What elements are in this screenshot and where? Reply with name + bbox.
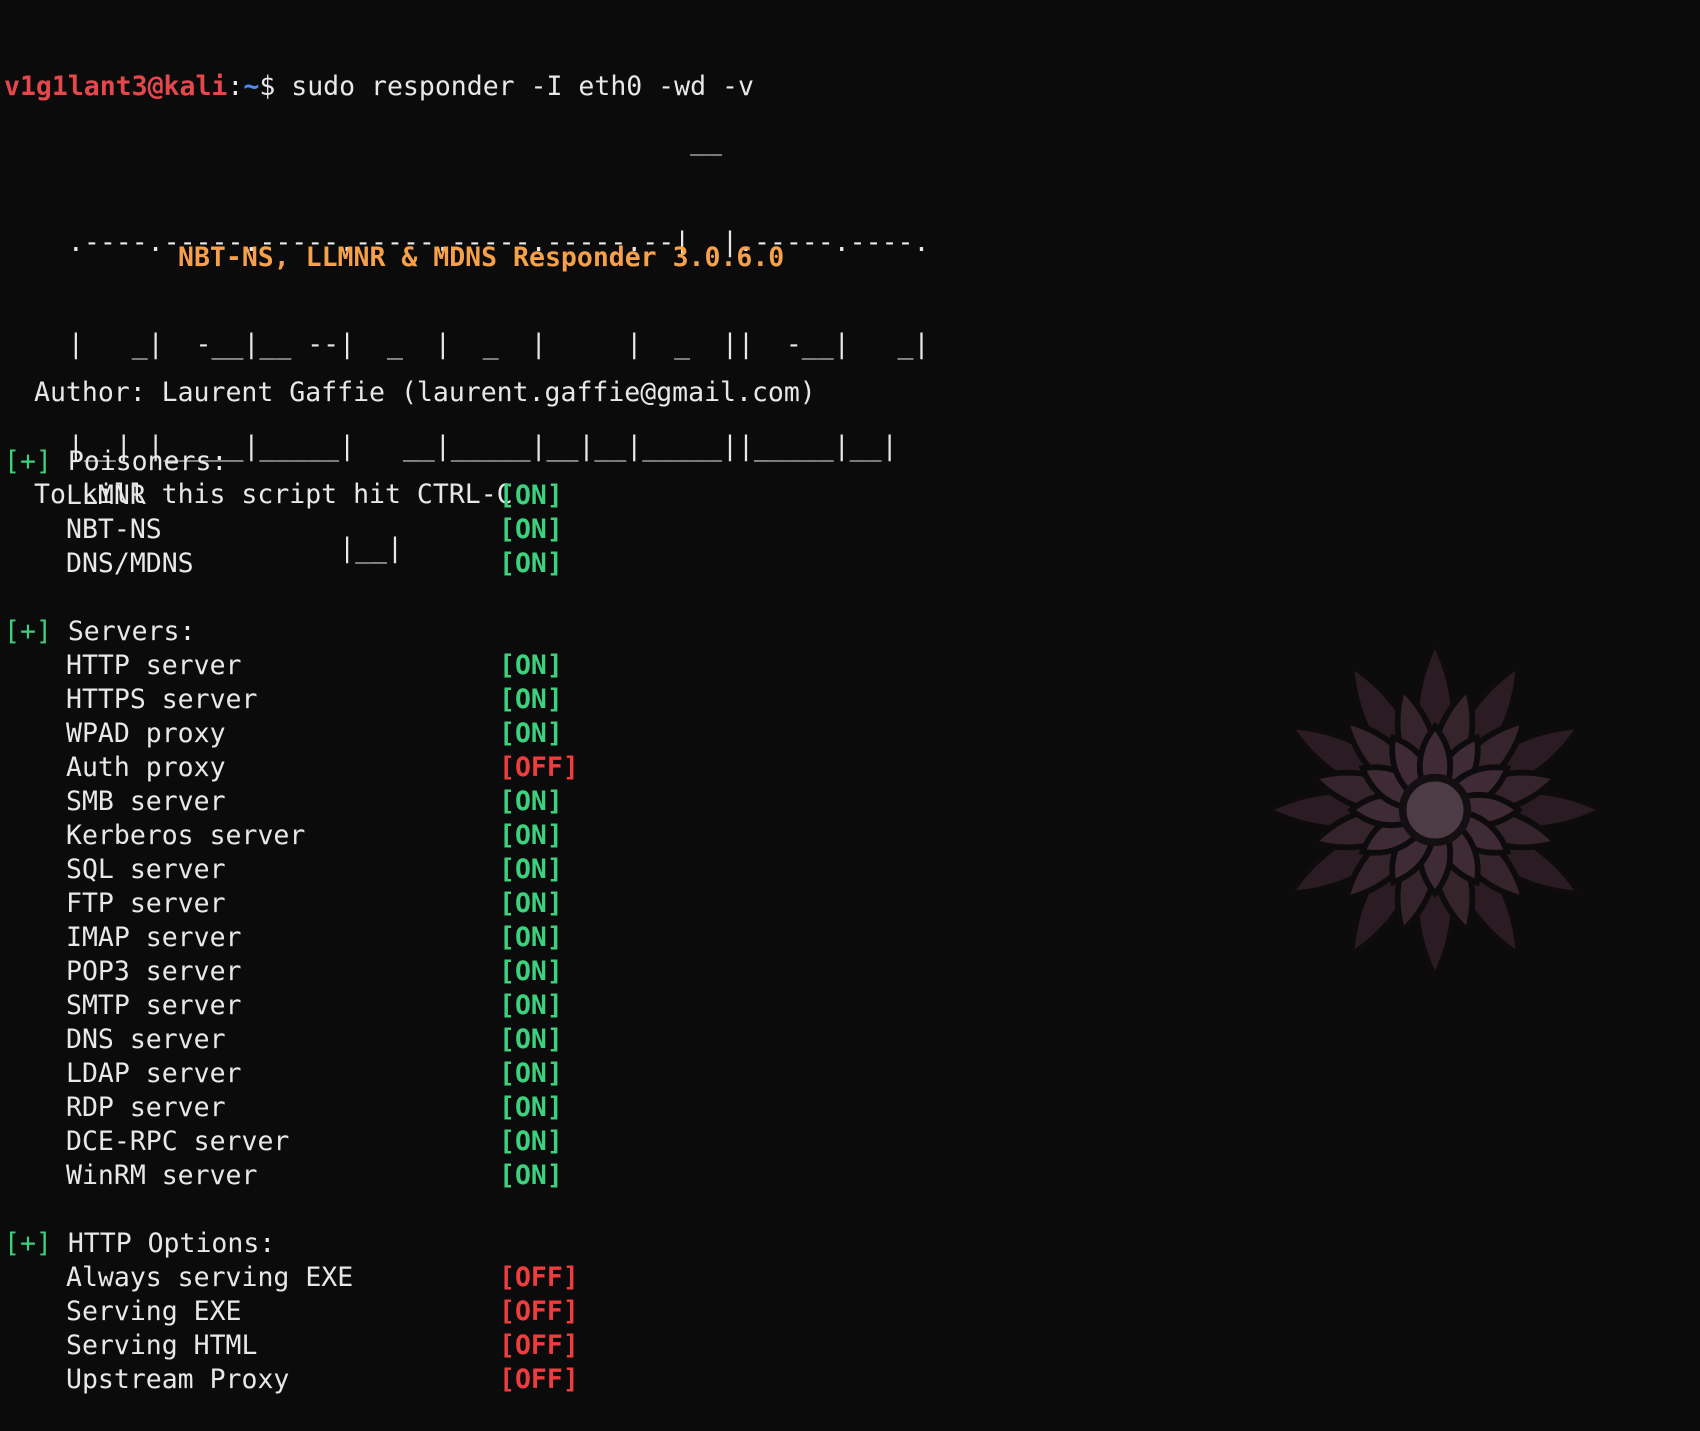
status-badge: [ON]: [499, 1058, 563, 1089]
status-badge: [OFF]: [499, 752, 579, 783]
status-label: SQL server: [66, 854, 226, 885]
status-label: NBT-NS: [66, 514, 162, 545]
status-badge: [OFF]: [499, 1296, 579, 1327]
section-block: [+] Servers: HTTP server [ON] HTTPS server […: [4, 615, 579, 1193]
status-row: WPAD proxy [ON]: [4, 717, 563, 751]
status-badge: [ON]: [499, 684, 563, 715]
status-badge: [ON]: [499, 888, 563, 919]
status-badge: [ON]: [499, 922, 563, 953]
plus-marker: [+]: [4, 616, 52, 647]
status-label: WinRM server: [66, 1160, 258, 1191]
status-row: SQL server [ON]: [4, 853, 563, 887]
status-badge: [ON]: [499, 514, 563, 545]
status-label: IMAP server: [66, 922, 242, 953]
config-sections: [+] Poisoners: LLMNR [ON] NBT-NS [ON] DNS/MDN…: [4, 445, 579, 1431]
status-label: Serving EXE: [66, 1296, 242, 1327]
section-block: [+] Poisoners: LLMNR [ON] NBT-NS [ON] DNS/MDN…: [4, 445, 563, 581]
status-row: DCE-RPC server [ON]: [4, 1125, 563, 1159]
status-label: SMB server: [66, 786, 226, 817]
version-subtitle: NBT-NS, LLMNR & MDNS Responder 3.0.6.0: [178, 242, 785, 273]
status-row: WinRM server [ON]: [4, 1159, 563, 1193]
status-badge: [ON]: [499, 1126, 563, 1157]
status-row: HTTPS server [ON]: [4, 683, 563, 717]
section-header: [+] Servers:: [4, 615, 275, 649]
status-row: Always serving EXE [OFF]: [4, 1261, 579, 1295]
status-label: Kerberos server: [66, 820, 306, 851]
status-label: WPAD proxy: [66, 718, 226, 749]
status-row: LDAP server [ON]: [4, 1057, 563, 1091]
status-badge: [ON]: [499, 480, 563, 511]
status-badge: [ON]: [499, 854, 563, 885]
status-row: NBT-NS [ON]: [4, 513, 563, 547]
status-badge: [OFF]: [499, 1262, 579, 1293]
status-label: HTTPS server: [66, 684, 258, 715]
status-label: RDP server: [66, 1092, 226, 1123]
status-row: Serving HTML [OFF]: [4, 1329, 579, 1363]
status-badge: [ON]: [499, 1160, 563, 1191]
status-label: Auth proxy: [66, 752, 226, 783]
status-label: Upstream Proxy: [66, 1364, 290, 1395]
status-label: FTP server: [66, 888, 226, 919]
status-badge: [OFF]: [499, 1330, 579, 1361]
status-row: DNS/MDNS [ON]: [4, 547, 563, 581]
status-badge: [ON]: [499, 1024, 563, 1055]
status-badge: [ON]: [499, 990, 563, 1021]
status-badge: [ON]: [499, 718, 563, 749]
status-badge: [ON]: [499, 820, 563, 851]
status-badge: [ON]: [499, 1092, 563, 1123]
status-row: Serving EXE [OFF]: [4, 1295, 579, 1329]
status-label: LLMNR: [66, 480, 146, 511]
status-label: LDAP server: [66, 1058, 242, 1089]
kali-dragon-watermark-icon: [1261, 636, 1609, 984]
status-badge: [ON]: [499, 650, 563, 681]
status-badge: [ON]: [499, 548, 563, 579]
status-label: SMTP server: [66, 990, 242, 1021]
status-badge: [OFF]: [499, 1364, 579, 1395]
status-label: Always serving EXE: [66, 1262, 354, 1293]
status-label: POP3 server: [66, 956, 242, 987]
status-row: HTTP server [ON]: [4, 649, 563, 683]
status-label: HTTP server: [66, 650, 242, 681]
status-row: IMAP server [ON]: [4, 921, 563, 955]
status-row: Kerberos server [ON]: [4, 819, 563, 853]
status-badge: [ON]: [499, 786, 563, 817]
banner-line: __: [36, 125, 723, 156]
author-line: Author: Laurent Gaffie (laurent.gaffie@g…: [34, 377, 816, 408]
section-header: [+] HTTP Options:: [4, 1227, 275, 1261]
status-badge: [ON]: [499, 956, 563, 987]
status-label: DNS server: [66, 1024, 226, 1055]
status-row: DNS server [ON]: [4, 1023, 563, 1057]
status-row: SMB server [ON]: [4, 785, 563, 819]
status-row: Auth proxy [OFF]: [4, 751, 579, 785]
status-label: DCE-RPC server: [66, 1126, 290, 1157]
section-title: Poisoners:: [51, 446, 228, 477]
status-row: FTP server [ON]: [4, 887, 563, 921]
status-row: Upstream Proxy [OFF]: [4, 1363, 579, 1397]
section-title: Servers:: [51, 616, 196, 647]
status-label: DNS/MDNS: [66, 548, 194, 579]
status-row: RDP server [ON]: [4, 1091, 563, 1125]
status-label: Serving HTML: [66, 1330, 258, 1361]
status-row: POP3 server [ON]: [4, 955, 563, 989]
section-title: HTTP Options:: [51, 1228, 276, 1259]
section-block: [+] HTTP Options: Always serving EXE [OFF]…: [4, 1227, 579, 1397]
section-header: [+] Poisoners:: [4, 445, 275, 479]
status-row: SMTP server [ON]: [4, 989, 563, 1023]
status-row: LLMNR [ON]: [4, 479, 563, 513]
plus-marker: [+]: [4, 1228, 52, 1259]
plus-marker: [+]: [4, 446, 52, 477]
